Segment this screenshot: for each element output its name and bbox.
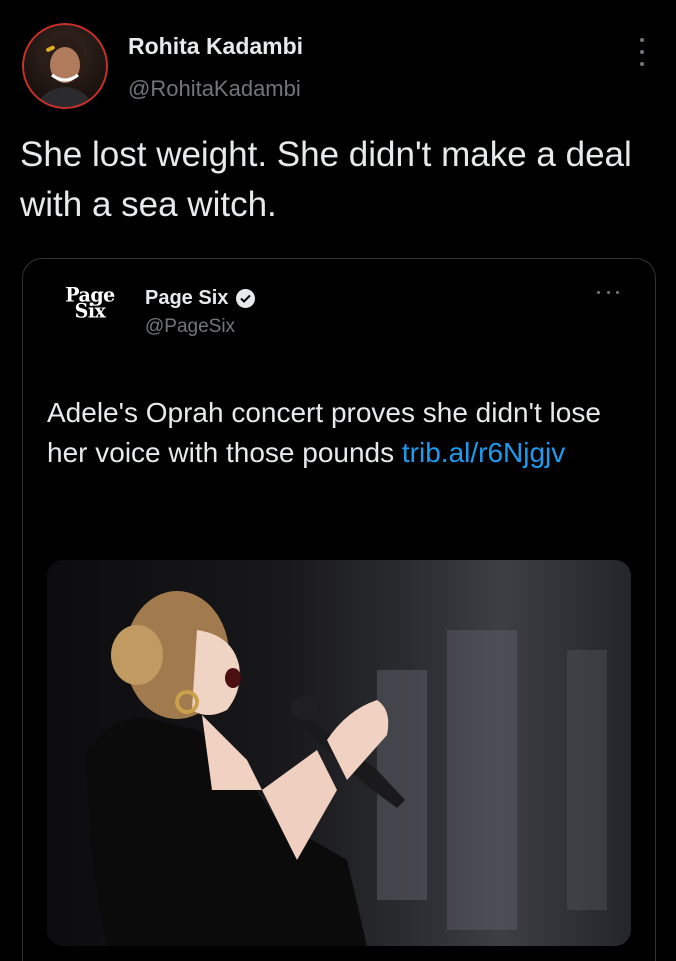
author-handle[interactable]: @RohitaKadambi (128, 76, 301, 102)
tweet: Rohita Kadambi @RohitaKadambi She lost w… (0, 0, 676, 961)
quote-author-name-text: Page Six (145, 287, 229, 309)
media-image[interactable] (47, 560, 631, 946)
more-vertical-icon[interactable] (634, 38, 650, 66)
quoted-tweet-card[interactable]: Page Six Page Six @PageSix Adele's Oprah… (22, 258, 656, 961)
tweet-text: She lost weight. She didn't make a deal … (20, 135, 632, 224)
quote-author-name[interactable]: Page Six (145, 287, 256, 310)
quote-text: Adele's Oprah concert proves she didn't … (47, 393, 627, 473)
quote-author-handle[interactable]: @PageSix (145, 316, 235, 338)
page-six-logo[interactable]: Page Six (60, 285, 120, 323)
quote-link[interactable]: trib.al/r6Njgjv (402, 437, 565, 468)
verified-badge-icon (236, 289, 256, 308)
more-horizontal-icon[interactable] (597, 289, 619, 295)
author-avatar[interactable] (22, 23, 108, 109)
logo-line-2: Six (74, 299, 106, 323)
author-name[interactable]: Rohita Kadambi (128, 33, 303, 60)
media-photo (87, 591, 607, 946)
